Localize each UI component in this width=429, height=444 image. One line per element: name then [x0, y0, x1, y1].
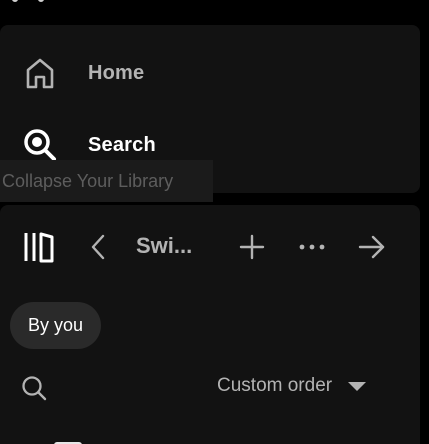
library-icon[interactable] [21, 229, 57, 265]
library-header: Swi... [0, 225, 420, 269]
nav-search[interactable]: Search [22, 125, 156, 165]
app-sidebar: Home Search Swi... By you Custom order C… [0, 0, 429, 444]
sort-label: Custom order [217, 375, 333, 396]
arrow-right-icon[interactable] [354, 229, 390, 265]
playlist-thumbnail[interactable] [14, 432, 84, 444]
plus-icon[interactable] [234, 229, 270, 265]
nav-search-label: Search [88, 133, 156, 156]
nav-home-label: Home [88, 61, 145, 84]
collapse-library-tooltip: Collapse Your Library [0, 160, 213, 202]
window-controls-fragment [12, 0, 52, 4]
caret-down-icon [348, 381, 367, 391]
chevron-left-icon[interactable] [80, 229, 116, 265]
window-dot [12, 0, 18, 2]
more-options-icon[interactable] [294, 229, 330, 265]
window-dot [38, 0, 44, 2]
library-search-button[interactable] [18, 372, 50, 404]
filter-chip-by-you[interactable]: By you [10, 302, 102, 349]
library-panel: Swi... By you Custom order [0, 205, 420, 444]
sort-dropdown[interactable]: Custom order [217, 375, 367, 397]
library-title[interactable]: Swi... [136, 233, 206, 259]
nav-home[interactable]: Home [22, 53, 144, 93]
home-icon [22, 55, 58, 91]
search-icon [22, 127, 58, 163]
